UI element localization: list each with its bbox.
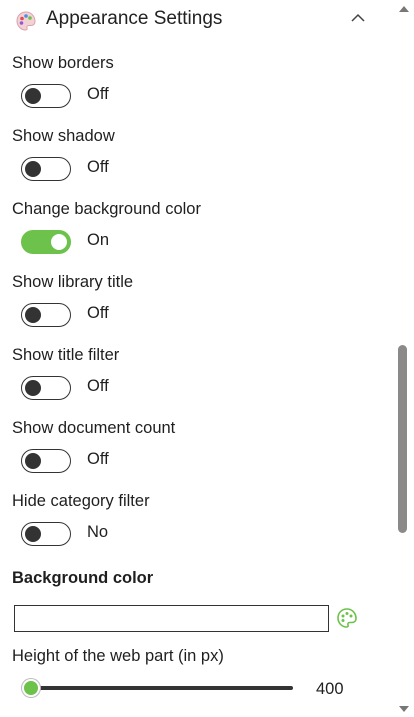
change-background-color-toggle[interactable] <box>21 230 71 254</box>
toggle-state-text: Off <box>87 304 109 322</box>
height-slider-track[interactable] <box>30 686 293 690</box>
setting-show-borders: Show borders Off <box>12 52 392 112</box>
setting-label: Show shadow <box>12 127 115 145</box>
setting-hide-category-filter: Hide category filter No <box>12 490 392 550</box>
setting-label: Show document count <box>12 419 176 437</box>
toggle-state-text: On <box>87 231 110 249</box>
appearance-settings-panel: Appearance Settings Show borders Off Sho… <box>0 0 414 717</box>
section-title: Appearance Settings <box>46 8 223 29</box>
toggle-state-text: Off <box>87 450 109 468</box>
background-color-input[interactable] <box>14 605 329 632</box>
scroll-down-arrow-icon[interactable] <box>398 704 410 714</box>
show-borders-toggle[interactable] <box>21 84 71 108</box>
toggle-state-text: Off <box>87 158 109 176</box>
hide-category-filter-toggle[interactable] <box>21 522 71 546</box>
setting-label: Show title filter <box>12 346 120 364</box>
show-library-title-toggle[interactable] <box>21 303 71 327</box>
setting-label: Show library title <box>12 273 134 291</box>
setting-show-library-title: Show library title Off <box>12 271 392 331</box>
scroll-up-arrow-icon[interactable] <box>398 4 410 14</box>
setting-show-shadow: Show shadow Off <box>12 125 392 185</box>
toggle-state-text: Off <box>87 377 109 395</box>
toggle-knob <box>25 161 41 177</box>
background-color-label: Background color <box>12 569 154 587</box>
setting-label: Hide category filter <box>12 492 150 510</box>
toggle-knob <box>25 88 41 104</box>
toggle-knob <box>51 234 67 250</box>
height-label: Height of the web part (in px) <box>12 647 224 665</box>
show-document-count-toggle[interactable] <box>21 449 71 473</box>
toggle-state-text: No <box>87 523 109 541</box>
toggle-knob <box>25 307 41 323</box>
setting-change-background-color: Change background color On <box>12 198 392 258</box>
setting-show-title-filter: Show title filter Off <box>12 344 392 404</box>
toggle-state-text: Off <box>87 85 109 103</box>
setting-show-document-count: Show document count Off <box>12 417 392 477</box>
chevron-up-icon[interactable] <box>349 9 367 27</box>
height-slider-thumb[interactable] <box>22 679 40 697</box>
toggle-knob <box>25 526 41 542</box>
height-value: 400 <box>316 680 344 698</box>
toggle-knob <box>25 380 41 396</box>
palette-icon[interactable] <box>336 607 358 629</box>
setting-label: Change background color <box>12 200 201 218</box>
scrollbar-thumb[interactable] <box>398 345 407 533</box>
setting-label: Show borders <box>12 54 114 72</box>
palette-icon <box>16 11 36 31</box>
show-shadow-toggle[interactable] <box>21 157 71 181</box>
toggle-knob <box>25 453 41 469</box>
section-header[interactable]: Appearance Settings <box>0 0 395 40</box>
show-title-filter-toggle[interactable] <box>21 376 71 400</box>
